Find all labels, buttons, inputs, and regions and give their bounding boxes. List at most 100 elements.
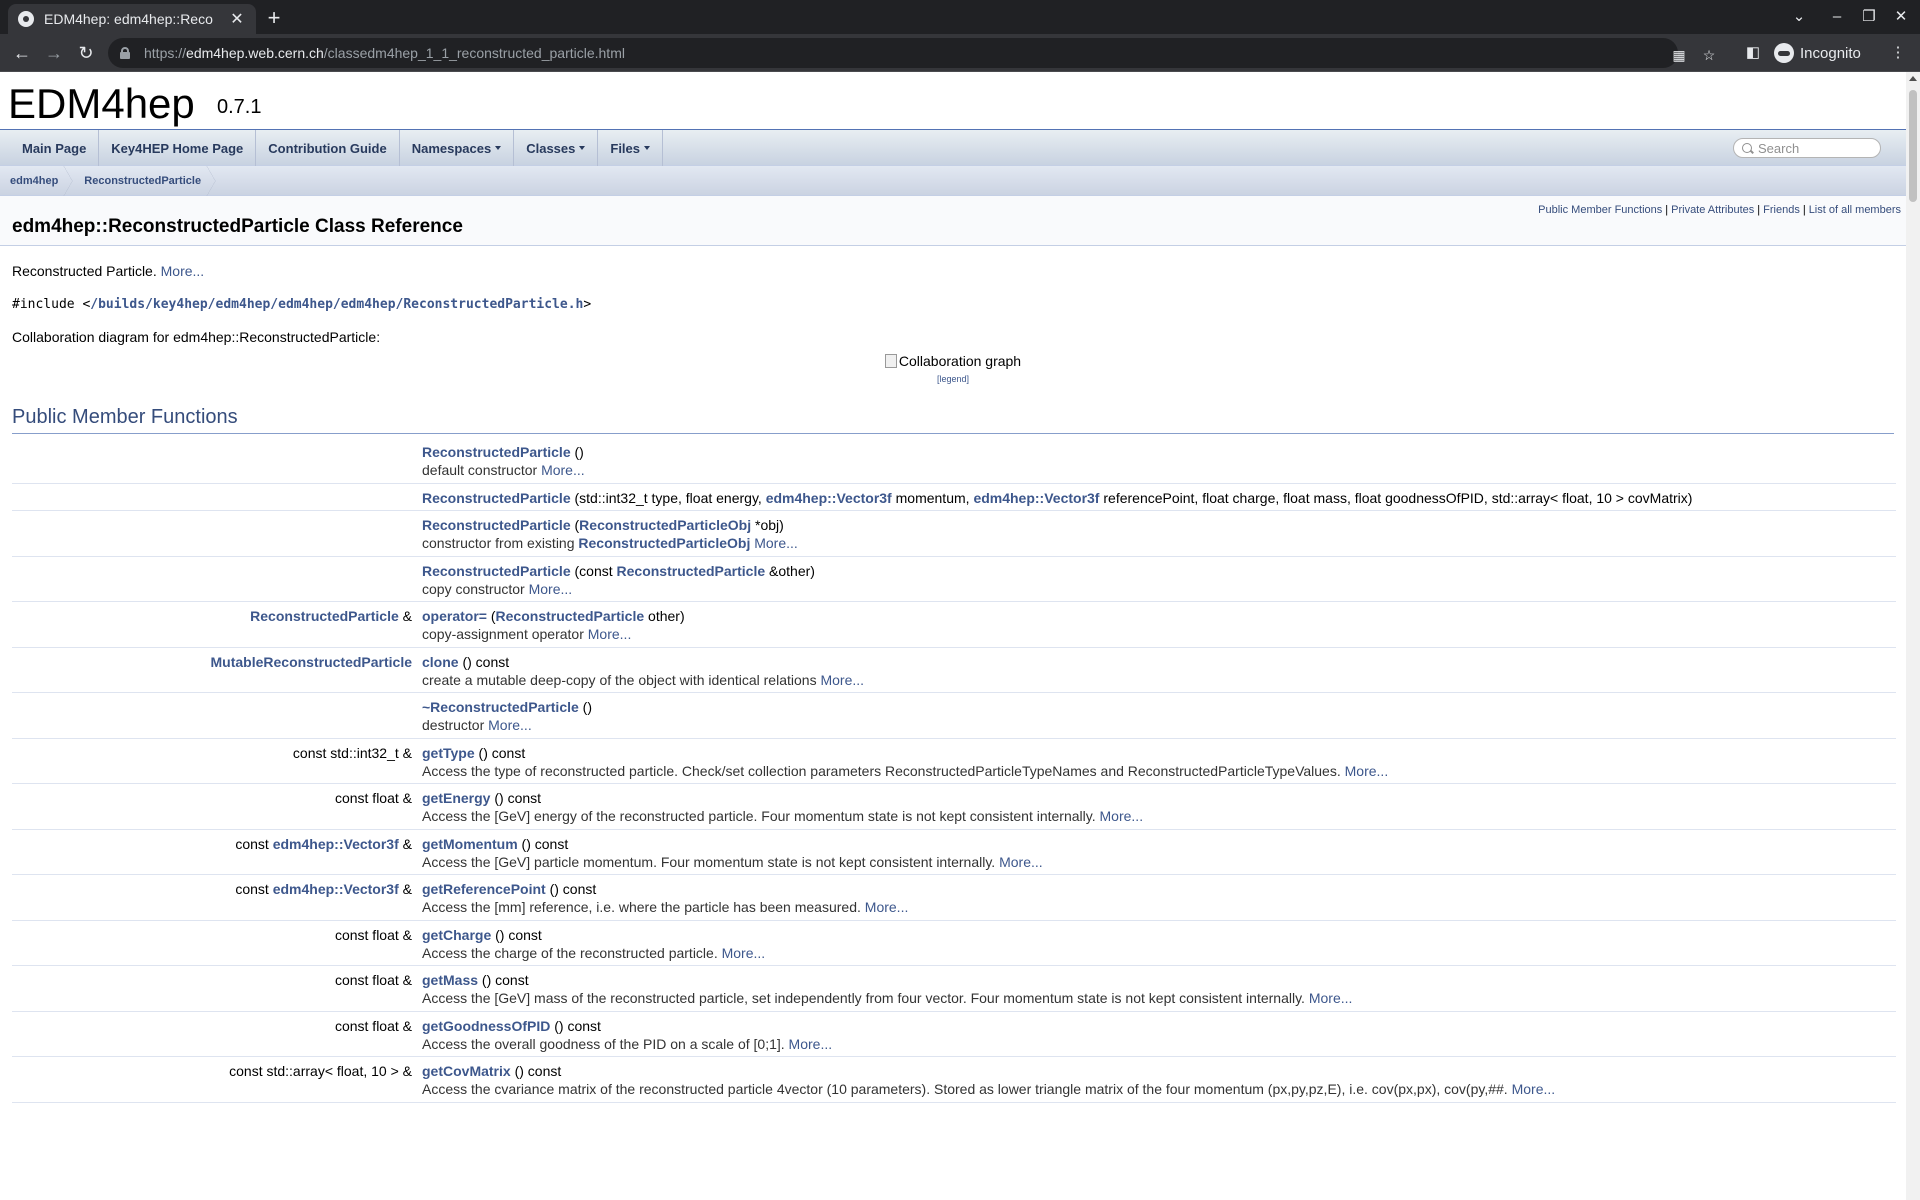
member-description: Access the [GeV] mass of the reconstruct… <box>420 988 1896 1010</box>
search-input[interactable]: Search <box>1733 138 1881 158</box>
nav-main-page[interactable]: Main Page <box>0 130 100 166</box>
browser-tab[interactable]: EDM4hep: edm4hep::Reco ✕ <box>8 4 256 34</box>
close-tab-icon[interactable]: ✕ <box>228 9 246 29</box>
member-name-link[interactable]: getType <box>422 745 475 761</box>
member-signature: ReconstructedParticle () <box>420 438 1896 460</box>
member-description: create a mutable deep-copy of the object… <box>420 670 1896 692</box>
nav-namespaces[interactable]: Namespaces <box>400 130 515 166</box>
type-link[interactable]: ReconstructedParticle <box>496 608 645 624</box>
page-scrollbar[interactable] <box>1906 72 1920 1200</box>
signature-text: () const <box>474 744 526 761</box>
collaboration-graph[interactable]: Collaboration graph <box>12 353 1894 371</box>
return-type-text: const float & <box>334 790 412 806</box>
nav-classes[interactable]: Classes <box>514 130 599 166</box>
member-name-link[interactable]: getReferencePoint <box>422 881 546 897</box>
signature-text: other) <box>644 608 685 624</box>
member-name-link[interactable]: getCharge <box>422 927 491 943</box>
project-name: EDM4hep <box>8 80 195 127</box>
scroll-thumb[interactable] <box>1909 90 1917 202</box>
type-link[interactable]: ReconstructedParticle <box>617 563 766 579</box>
forward-icon[interactable]: → <box>40 39 68 67</box>
return-type-link[interactable]: ReconstructedParticle <box>250 608 399 624</box>
search-icon <box>1742 143 1752 153</box>
description-type-link[interactable]: ReconstructedParticleObj <box>578 535 750 551</box>
member-name-link[interactable]: getMomentum <box>422 836 518 852</box>
link-public-member-functions[interactable]: Public Member Functions <box>1538 204 1662 216</box>
member-name-link[interactable]: operator= <box>422 608 487 624</box>
more-link[interactable]: More... <box>999 854 1043 870</box>
link-private-attributes[interactable]: Private Attributes <box>1671 204 1754 216</box>
breadcrumb-reconstructedparticle[interactable]: ReconstructedParticle <box>74 166 211 196</box>
member-description: destructor More... <box>420 715 1896 737</box>
member-name-link[interactable]: ReconstructedParticle <box>422 444 571 460</box>
more-link[interactable]: More... <box>1100 808 1144 824</box>
member-return-type <box>12 511 420 534</box>
brief-more-link[interactable]: More... <box>161 263 205 279</box>
more-link[interactable]: More... <box>588 626 632 642</box>
type-link[interactable]: edm4hep::Vector3f <box>973 490 1099 506</box>
more-link[interactable]: More... <box>722 945 766 961</box>
more-link[interactable]: More... <box>865 899 909 915</box>
reload-icon[interactable]: ↻ <box>72 39 100 67</box>
more-link[interactable]: More... <box>1345 763 1389 779</box>
type-link[interactable]: edm4hep::Vector3f <box>766 490 892 506</box>
description-spacer <box>12 670 420 692</box>
caret-down-icon <box>495 146 502 150</box>
return-type-link[interactable]: edm4hep::Vector3f <box>273 881 399 897</box>
more-link[interactable]: More... <box>820 672 864 688</box>
more-link[interactable]: More... <box>1309 990 1353 1006</box>
include-path-link[interactable]: /builds/key4hep/edm4hep/edm4hep/edm4hep/… <box>90 297 583 312</box>
return-type-link[interactable]: edm4hep::Vector3f <box>273 836 399 852</box>
member-name-link[interactable]: ~ReconstructedParticle <box>422 699 579 715</box>
signature-text: () const <box>491 926 542 943</box>
member-description: Access the overall goodness of the PID o… <box>420 1034 1896 1056</box>
include-line: #include </builds/key4hep/edm4hep/edm4he… <box>12 297 1894 312</box>
legend-link[interactable]: [legend] <box>937 374 969 384</box>
qr-code-icon[interactable]: ▦ <box>1670 46 1688 64</box>
more-link[interactable]: More... <box>541 462 585 478</box>
member-name-link[interactable]: ReconstructedParticle <box>422 563 571 579</box>
return-type-link[interactable]: MutableReconstructedParticle <box>211 654 413 670</box>
member-name-link[interactable]: getCovMatrix <box>422 1063 511 1079</box>
breadcrumb-edm4hep[interactable]: edm4hep <box>0 166 68 196</box>
member-name-link[interactable]: getMass <box>422 972 478 988</box>
member-description: Access the [GeV] energy of the reconstru… <box>420 806 1896 828</box>
page-title: edm4hep::ReconstructedParticle Class Ref… <box>12 216 463 237</box>
restore-button[interactable]: ❐ <box>1854 5 1884 29</box>
link-all-members[interactable]: List of all members <box>1809 204 1901 216</box>
broken-image-icon <box>884 354 897 368</box>
more-link[interactable]: More... <box>1512 1081 1556 1097</box>
nav-files[interactable]: Files <box>598 130 663 166</box>
back-icon[interactable]: ← <box>8 39 36 67</box>
member-name-link[interactable]: clone <box>422 654 459 670</box>
member-description-row: Access the cvariance matrix of the recon… <box>12 1079 1896 1101</box>
member-name-link[interactable]: ReconstructedParticle <box>422 517 571 533</box>
member-name-link[interactable]: ReconstructedParticle <box>422 490 571 506</box>
member-name-link[interactable]: getGoodnessOfPID <box>422 1018 550 1034</box>
signature-text: () const <box>510 1063 562 1079</box>
more-link[interactable]: More... <box>488 717 532 733</box>
main-nav: Main Page Key4HEP Home Page Contribution… <box>0 130 1906 166</box>
type-link[interactable]: ReconstructedParticleObj <box>579 517 751 533</box>
new-tab-button[interactable]: + <box>260 5 288 33</box>
address-bar[interactable]: https://edm4hep.web.cern.ch/classedm4hep… <box>108 38 1715 68</box>
nav-key4hep-home[interactable]: Key4HEP Home Page <box>99 130 257 166</box>
incognito-indicator[interactable]: Incognito <box>1774 41 1861 65</box>
close-window-button[interactable]: ✕ <box>1886 5 1916 29</box>
scroll-up-icon[interactable] <box>1909 76 1917 81</box>
more-link[interactable]: More... <box>789 1036 833 1052</box>
include-prefix: #include < <box>12 297 91 312</box>
member-return-type: const float & <box>12 920 420 943</box>
link-friends[interactable]: Friends <box>1763 204 1800 216</box>
side-panel-icon[interactable]: ◧ <box>1743 43 1763 63</box>
minimize-button[interactable]: – <box>1822 5 1852 29</box>
more-link[interactable]: More... <box>529 581 573 597</box>
nav-contribution-guide[interactable]: Contribution Guide <box>256 130 400 166</box>
bookmark-star-icon[interactable]: ☆ <box>1700 46 1718 64</box>
tab-search-icon[interactable]: ⌄ <box>1784 5 1814 29</box>
menu-icon[interactable]: ⋮ <box>1888 43 1908 63</box>
description-spacer <box>12 988 420 1010</box>
more-link[interactable]: More... <box>754 535 798 551</box>
nav-label: Key4HEP Home Page <box>111 140 244 156</box>
member-name-link[interactable]: getEnergy <box>422 790 490 806</box>
